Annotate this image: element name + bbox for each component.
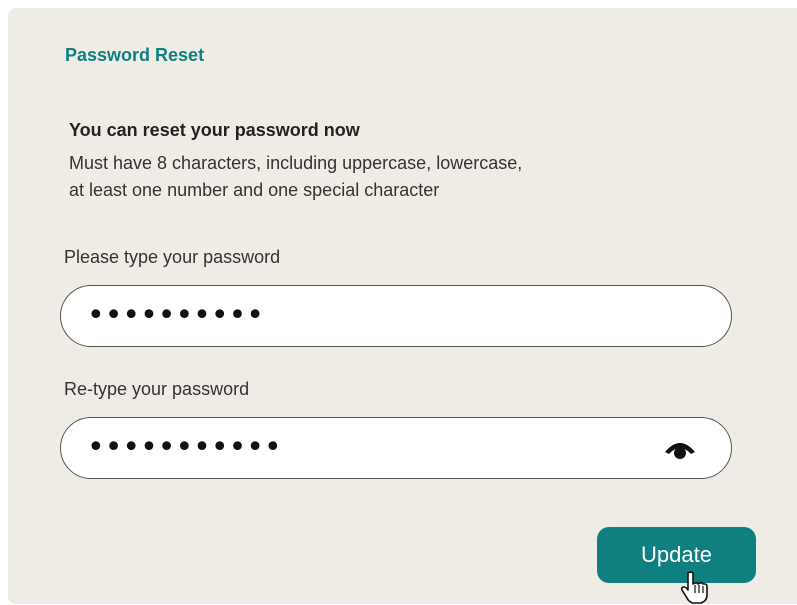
password-requirements: Must have 8 characters, including upperc…	[69, 150, 689, 204]
confirm-password-label: Re-type your password	[64, 379, 250, 399]
requirements-line-1: Must have 8 characters, including upperc…	[69, 153, 523, 173]
confirm-password-field[interactable]: •••••••••••	[60, 417, 732, 479]
reset-heading: You can reset your password now	[69, 120, 360, 140]
password-field[interactable]: ••••••••••	[60, 285, 732, 347]
requirements-line-2: at least one number and one special char…	[69, 180, 440, 200]
eye-icon[interactable]	[663, 438, 697, 460]
password-label: Please type your password	[64, 247, 281, 267]
hand-pointer-cursor-icon	[680, 571, 708, 604]
password-masked-value: ••••••••••	[87, 298, 264, 333]
page-title: Password Reset	[65, 45, 205, 65]
update-button[interactable]: Update	[597, 527, 756, 583]
confirm-password-masked-value: •••••••••••	[87, 430, 282, 465]
